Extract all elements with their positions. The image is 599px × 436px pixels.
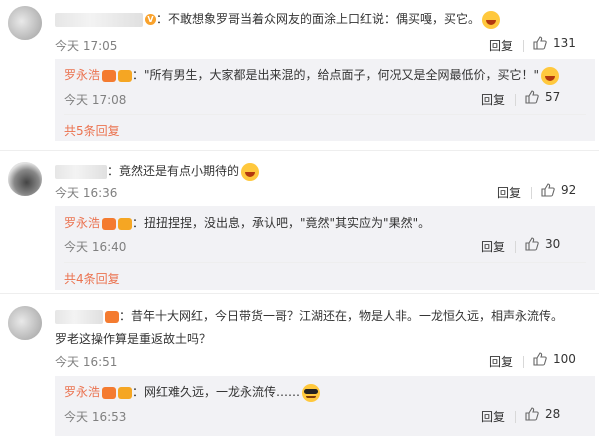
like-count: 28 [545, 407, 561, 421]
user-avatar[interactable] [8, 6, 42, 40]
divider [523, 40, 524, 52]
comment-item: V ：不敢想象罗哥当着众网友的面涂上口红说：偶买嘎，买它。 今天 17:05 回复… [0, 0, 599, 150]
user-avatar[interactable] [8, 306, 42, 340]
reply-button[interactable]: 回复 [489, 37, 513, 54]
thumb-up-icon [525, 90, 539, 104]
thumb-up-icon [541, 183, 555, 197]
reply-text: ：扭扭捏捏，没出息，承认吧，"竟然"其实应为"果然"。 [132, 216, 431, 230]
grin-emoji [541, 66, 560, 85]
laugh-emoji [482, 10, 501, 29]
reply-text: ：网红难久远，一龙永流传…… [132, 385, 301, 399]
comment-time: 今天 16:51 [55, 355, 118, 369]
level-badge-icon [102, 386, 117, 399]
reply-text: ："所有男生，大家都是出来混的，给点面子，何况又是全网最低价，买它！" [132, 68, 540, 82]
reply-username[interactable]: 罗永浩 [64, 385, 100, 399]
thumb-up-icon [525, 237, 539, 251]
comment-text: ：不敢想象罗哥当着众网友的面涂上口红说：偶买嘎，买它。 [156, 12, 481, 26]
comment-text: ：竟然还是有点小期待的 [107, 164, 240, 178]
comment-line: ：竟然还是有点小期待的 [55, 162, 260, 181]
verified-badge-icon [118, 217, 133, 230]
reply-line: 罗永浩 ：网红难久远，一龙永流传…… [64, 383, 321, 402]
like-count: 100 [553, 352, 576, 366]
thumb-up-icon [525, 407, 539, 421]
level-badge-icon [102, 69, 117, 82]
reply-button[interactable]: 回复 [481, 91, 505, 108]
reply-username[interactable]: 罗永浩 [64, 68, 100, 82]
reply-button[interactable]: 回复 [481, 238, 505, 255]
reply-button[interactable]: 回复 [481, 408, 505, 425]
divider [515, 241, 516, 253]
comment-line: 罗老这操作算是重返故土吗？ [55, 330, 211, 348]
comment-line: V ：不敢想象罗哥当着众网友的面涂上口红说：偶买嘎，买它。 [55, 10, 501, 29]
level-badge-icon [102, 217, 117, 230]
vip-badge-icon: V [145, 14, 156, 25]
comment-text: ：昔年十大网红，今日带货一哥？江湖还在，物是人非。一龙恒久远，相声永流传。 [119, 309, 564, 323]
reply-line: 罗永浩 ："所有男生，大家都是出来混的，给点面子，何况又是全网最低价，买它！" [64, 66, 560, 85]
comment-time: 今天 17:05 [55, 39, 118, 53]
reply-time: 今天 17:08 [64, 93, 127, 107]
divider [515, 94, 516, 106]
comment-text: 罗老这操作算是重返故土吗？ [55, 332, 212, 346]
like-count: 30 [545, 237, 561, 251]
divider [531, 187, 532, 199]
like-button[interactable]: 131 [533, 36, 576, 50]
reply-box: 罗永浩 ：扭扭捏捏，没出息，承认吧，"竟然"其实应为"果然"。 今天 16:40 … [55, 206, 595, 290]
reply-time: 今天 16:40 [64, 240, 127, 254]
like-count: 92 [561, 183, 577, 197]
like-count: 57 [545, 90, 561, 104]
like-button[interactable]: 92 [541, 183, 576, 197]
more-replies-link[interactable]: 共4条回复 [64, 270, 120, 287]
user-avatar[interactable] [8, 162, 42, 196]
comment-item: ：竟然还是有点小期待的 今天 16:36 回复 92 罗永浩 ：扭扭捏捏，没出息，… [0, 150, 599, 293]
divider [523, 356, 524, 368]
username-blurred[interactable] [55, 164, 107, 179]
like-button[interactable]: 100 [533, 352, 576, 366]
reply-box: 罗永浩 ：网红难久远，一龙永流传…… 今天 16:53 回复 28 [55, 376, 595, 436]
reply-box: 罗永浩 ："所有男生，大家都是出来混的，给点面子，何况又是全网最低价，买它！" 今… [55, 59, 595, 141]
comment-line: ：昔年十大网红，今日带货一哥？江湖还在，物是人非。一龙恒久远，相声永流传。 [55, 307, 563, 325]
more-replies-link[interactable]: 共5条回复 [64, 122, 120, 139]
sunglasses-emoji [302, 383, 321, 402]
level-badge-icon [105, 310, 119, 323]
divider [515, 411, 516, 423]
username-blurred[interactable] [55, 12, 143, 27]
verified-badge-icon [118, 386, 133, 399]
like-count: 131 [553, 36, 576, 50]
divider [64, 114, 586, 115]
like-button[interactable]: 57 [525, 90, 560, 104]
thumb-up-icon [533, 352, 547, 366]
like-button[interactable]: 30 [525, 237, 560, 251]
divider [64, 262, 586, 263]
reply-username[interactable]: 罗永浩 [64, 216, 100, 230]
comment-time: 今天 16:36 [55, 186, 118, 200]
reply-button[interactable]: 回复 [489, 353, 513, 370]
verified-badge-icon [118, 69, 133, 82]
like-button[interactable]: 28 [525, 407, 560, 421]
grin-emoji [241, 162, 260, 181]
thumb-up-icon [533, 36, 547, 50]
reply-time: 今天 16:53 [64, 410, 127, 424]
reply-button[interactable]: 回复 [497, 184, 521, 201]
username-blurred[interactable] [55, 309, 103, 324]
reply-line: 罗永浩 ：扭扭捏捏，没出息，承认吧，"竟然"其实应为"果然"。 [64, 214, 430, 232]
comment-item: ：昔年十大网红，今日带货一哥？江湖还在，物是人非。一龙恒久远，相声永流传。 罗老… [0, 293, 599, 436]
